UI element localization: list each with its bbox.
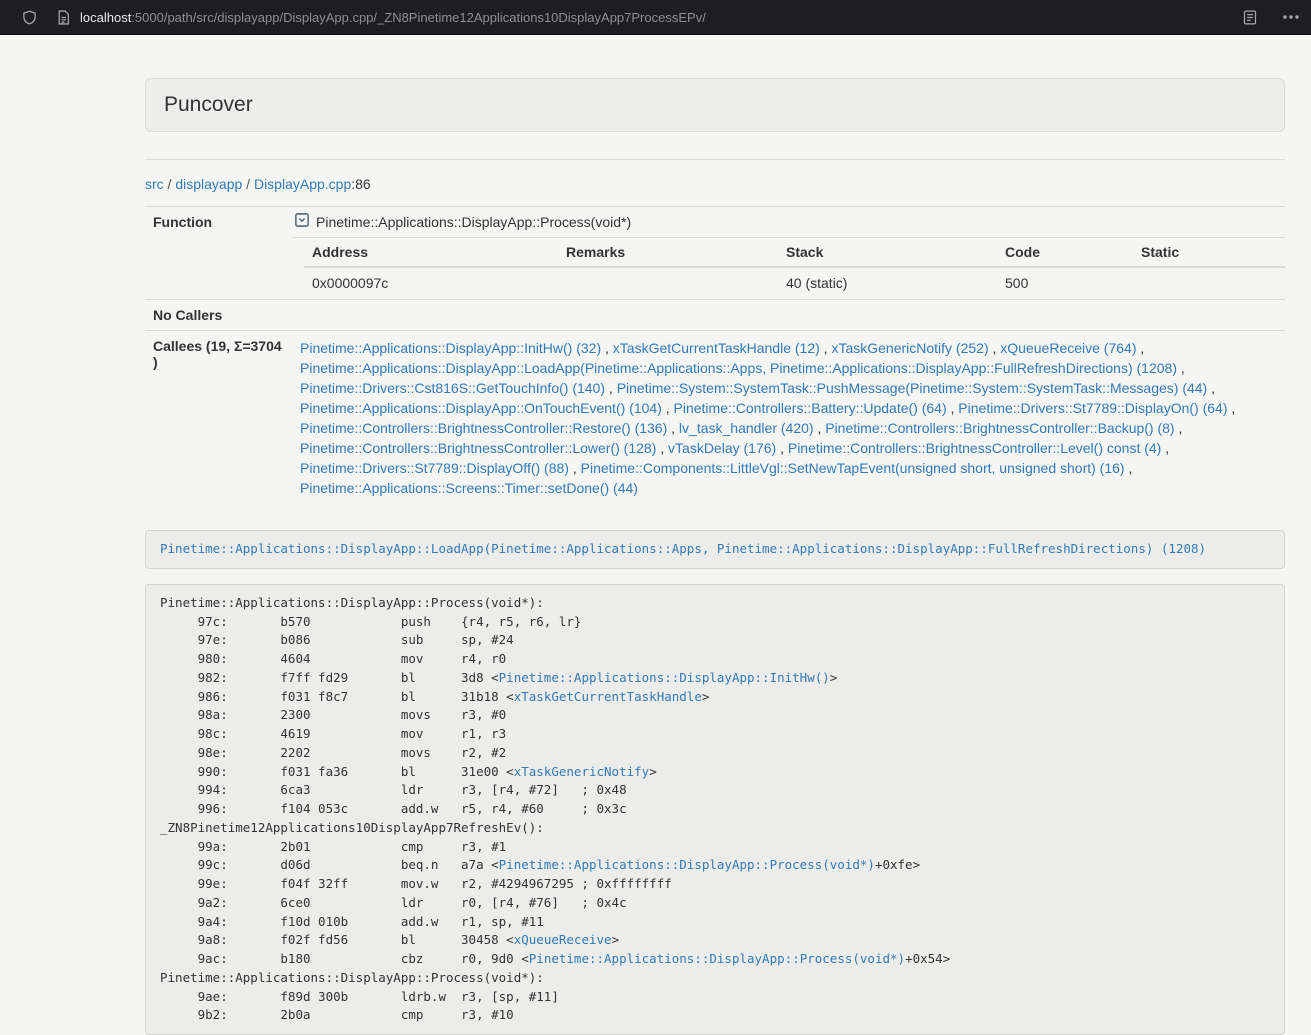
callers-label: No Callers xyxy=(145,300,292,331)
column-header-remarks: Remarks xyxy=(558,238,778,267)
callee-link[interactable]: Pinetime::System::SystemTask::PushMessag… xyxy=(617,380,1208,396)
disassembly-symbol-link[interactable]: Pinetime::Applications::DisplayApp::Init… xyxy=(499,670,830,685)
symbol-table: Function Pinetime::Applications::Display… xyxy=(145,206,1285,505)
callee-link[interactable]: Pinetime::Applications::DisplayApp::Init… xyxy=(300,340,601,356)
callee-link[interactable]: Pinetime::Applications::DisplayApp::Load… xyxy=(300,360,1177,376)
callee-separator: , xyxy=(1177,360,1185,376)
remarks-value xyxy=(558,267,778,299)
toolbar-right-group xyxy=(1243,10,1299,25)
page-title: Puncover xyxy=(164,93,1266,117)
callee-separator: , xyxy=(656,440,668,456)
callee-link[interactable]: Pinetime::Controllers::BrightnessControl… xyxy=(300,420,667,436)
function-row: Function Pinetime::Applications::Display… xyxy=(145,207,1285,300)
callees-list: Pinetime::Applications::DisplayApp::Init… xyxy=(292,331,1285,506)
disassembly-code: Pinetime::Applications::DisplayApp::Proc… xyxy=(145,584,1285,1035)
callee-separator: , xyxy=(947,400,959,416)
column-header-address: Address xyxy=(304,238,558,267)
callee-separator: , xyxy=(1175,420,1183,436)
callee-separator: , xyxy=(601,340,613,356)
callee-separator: , xyxy=(662,400,674,416)
app-header: Puncover xyxy=(145,78,1285,132)
callee-link[interactable]: Pinetime::Applications::Screens::Timer::… xyxy=(300,480,638,496)
reader-mode-icon[interactable] xyxy=(1243,10,1257,25)
breadcrumb-line-number: :86 xyxy=(351,176,370,192)
callers-list xyxy=(292,300,1285,331)
disassembly-symbol-link[interactable]: xTaskGenericNotify xyxy=(514,764,649,779)
callee-separator: , xyxy=(667,420,679,436)
url-path: :5000/path/src/displayapp/DisplayApp.cpp… xyxy=(131,10,706,25)
column-header-code: Code xyxy=(997,238,1133,267)
callee-link[interactable]: lv_task_handler (420) xyxy=(679,420,814,436)
url-host: localhost xyxy=(80,10,131,25)
address-bar[interactable]: localhost:5000/path/src/displayapp/Displ… xyxy=(80,10,1243,25)
callee-link[interactable]: Pinetime::Controllers::BrightnessControl… xyxy=(825,420,1174,436)
breadcrumb-link[interactable]: src xyxy=(145,176,164,192)
callee-separator: , xyxy=(820,340,832,356)
callee-link[interactable]: Pinetime::Applications::DisplayApp::OnTo… xyxy=(300,400,662,416)
address-value: 0x0000097c xyxy=(304,267,558,299)
callee-link[interactable]: xTaskGetCurrentTaskHandle (12) xyxy=(613,340,820,356)
callee-link[interactable]: Pinetime::Drivers::St7789::DisplayOff() … xyxy=(300,460,569,476)
code-value: 500 xyxy=(997,267,1133,299)
callee-link[interactable]: Pinetime::Drivers::St7789::DisplayOn() (… xyxy=(958,400,1227,416)
breadcrumb: src / displayapp / DisplayApp.cpp:86 xyxy=(145,176,1285,192)
callees-label: Callees (19, Σ=3704 ) xyxy=(145,331,292,506)
metrics-value-row: 0x0000097c 40 (static) 500 xyxy=(304,267,1285,299)
header-divider xyxy=(145,159,1285,160)
highlighted-callee-link[interactable]: Pinetime::Applications::DisplayApp::Load… xyxy=(160,541,1206,556)
function-icon xyxy=(295,213,309,230)
callee-separator: , xyxy=(1207,380,1215,396)
callee-link[interactable]: xQueueReceive (764) xyxy=(1000,340,1136,356)
callee-separator: , xyxy=(989,340,1001,356)
disassembly-symbol-link[interactable]: Pinetime::Applications::DisplayApp::Proc… xyxy=(529,951,905,966)
breadcrumb-link[interactable]: DisplayApp.cpp xyxy=(254,176,351,192)
callee-separator: , xyxy=(1228,400,1236,416)
callee-link[interactable]: xTaskGenericNotify (252) xyxy=(831,340,988,356)
stack-value: 40 (static) xyxy=(778,267,997,299)
menu-ellipsis-icon[interactable] xyxy=(1283,15,1299,19)
metrics-header-row: Address Remarks Stack Code Static xyxy=(304,238,1285,267)
shield-icon[interactable] xyxy=(22,9,37,26)
breadcrumb-separator: / xyxy=(164,176,176,192)
callers-row: No Callers xyxy=(145,300,1285,331)
function-metrics-table: Address Remarks Stack Code Static 0x0000… xyxy=(304,238,1285,299)
column-header-stack: Stack xyxy=(778,238,997,267)
callee-separator: , xyxy=(569,460,581,476)
callee-link[interactable]: Pinetime::Components::LittleVgl::SetNewT… xyxy=(581,460,1125,476)
function-label: Function xyxy=(145,207,292,300)
callee-separator: , xyxy=(1125,460,1133,476)
highlighted-callee-box: Pinetime::Applications::DisplayApp::Load… xyxy=(145,530,1285,569)
callee-link[interactable]: Pinetime::Controllers::BrightnessControl… xyxy=(300,440,656,456)
static-value xyxy=(1133,267,1285,299)
disassembly-symbol-link[interactable]: xQueueReceive xyxy=(514,932,612,947)
main-content: Puncover src / displayapp / DisplayApp.c… xyxy=(145,78,1285,1035)
callee-link[interactable]: vTaskDelay (176) xyxy=(668,440,776,456)
disassembly-symbol-link[interactable]: Pinetime::Applications::DisplayApp::Proc… xyxy=(499,857,875,872)
callee-link[interactable]: Pinetime::Controllers::Battery::Update()… xyxy=(674,400,947,416)
breadcrumb-separator: / xyxy=(242,176,254,192)
function-name: Pinetime::Applications::DisplayApp::Proc… xyxy=(316,214,631,230)
callee-link[interactable]: Pinetime::Controllers::BrightnessControl… xyxy=(788,440,1161,456)
column-header-static: Static xyxy=(1133,238,1285,267)
disassembly-symbol-link[interactable]: xTaskGetCurrentTaskHandle xyxy=(514,689,702,704)
callee-separator: , xyxy=(1161,440,1169,456)
callee-separator: , xyxy=(605,380,617,396)
callee-separator: , xyxy=(814,420,826,436)
function-detail-cell: Pinetime::Applications::DisplayApp::Proc… xyxy=(292,207,1285,300)
browser-toolbar: localhost:5000/path/src/displayapp/Displ… xyxy=(0,0,1311,35)
callees-row: Callees (19, Σ=3704 ) Pinetime::Applicat… xyxy=(145,331,1285,506)
page-info-icon[interactable] xyxy=(57,10,70,25)
callee-separator: , xyxy=(776,440,788,456)
callee-separator: , xyxy=(1136,340,1144,356)
function-name-line: Pinetime::Applications::DisplayApp::Proc… xyxy=(292,207,1285,238)
breadcrumb-link[interactable]: displayapp xyxy=(175,176,242,192)
callee-link[interactable]: Pinetime::Drivers::Cst816S::GetTouchInfo… xyxy=(300,380,605,396)
